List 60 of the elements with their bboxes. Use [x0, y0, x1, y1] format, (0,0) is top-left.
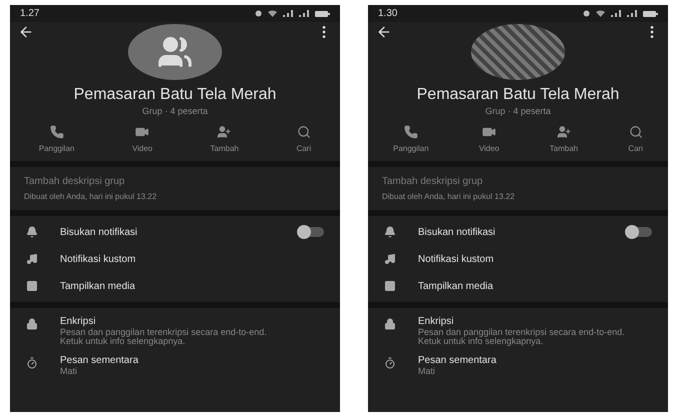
setting-label[interactable]: Notifikasi kustom — [60, 254, 324, 264]
setting-label[interactable]: Bisukan notifikasi — [418, 226, 604, 238]
lock-icon — [384, 318, 396, 330]
signal-icon — [611, 10, 621, 17]
setting-detail: Mati — [60, 366, 78, 376]
search-icon — [296, 125, 311, 139]
battery-icon — [315, 10, 330, 16]
wifi-icon — [268, 10, 277, 17]
action-button[interactable]: Panggilan — [38, 125, 74, 153]
wifi-icon — [596, 10, 605, 17]
setting-title[interactable]: Pesan sementara — [60, 354, 280, 366]
action-button[interactable]: Cari — [296, 125, 312, 153]
toggle-switch[interactable] — [298, 227, 324, 237]
setting-detail: Pesan dan panggilan terenkripsi secara end-to-end. Ketuk untuk info selengkapnya. — [60, 328, 268, 347]
search-icon — [628, 125, 643, 139]
timer-icon — [384, 356, 396, 369]
created-info: Dibuat oleh Anda, hari ini pukul 13.22 — [24, 192, 158, 201]
action-button[interactable]: Tambah — [550, 125, 578, 153]
phone-icon — [50, 125, 64, 139]
add-person-icon — [556, 125, 571, 139]
group-title: Pemasaran Batu Tela Merah — [74, 86, 276, 104]
signal-icon — [299, 10, 309, 17]
description-link[interactable]: Tambah deskripsi grup — [24, 176, 326, 187]
lock-icon — [26, 318, 38, 330]
signal-icon — [283, 10, 293, 17]
setting-label[interactable]: Notifikasi kustom — [418, 254, 652, 264]
status-time: 1.27 — [20, 8, 40, 19]
add-person-icon — [217, 125, 232, 139]
music-note-icon — [384, 253, 396, 265]
video-camera-icon — [482, 125, 496, 139]
toggle-switch[interactable] — [626, 227, 652, 237]
setting-detail: Pesan dan panggilan terenkripsi secara end-to-end. Ketuk untuk info selengkapnya. — [418, 328, 626, 347]
setting-title[interactable]: Pesan sementara — [418, 354, 638, 366]
group-title: Pemasaran Batu Tela Merah — [416, 86, 620, 104]
timer-icon — [26, 356, 38, 369]
group-subtitle: Grup · 4 peserta — [142, 106, 208, 116]
status-time: 1.30 — [378, 8, 398, 19]
action-button[interactable]: Cari — [628, 125, 643, 153]
setting-detail: Mati — [418, 366, 436, 376]
phone-icon — [404, 125, 418, 139]
setting-label[interactable]: Tampilkan media — [60, 280, 324, 292]
bell-icon — [384, 226, 396, 238]
description-link[interactable]: Tambah deskripsi grup — [382, 176, 654, 187]
signal-icon — [627, 10, 637, 17]
action-button[interactable]: Video — [132, 125, 153, 153]
setting-label[interactable]: Bisukan notifikasi — [60, 226, 276, 238]
setting-title[interactable]: Enkripsi — [60, 316, 280, 327]
action-button[interactable]: Tambah — [210, 125, 239, 153]
back-icon[interactable] — [18, 24, 34, 40]
created-info: Dibuat oleh Anda, hari ini pukul 13.22 — [382, 192, 516, 201]
battery-icon — [643, 10, 658, 16]
action-button[interactable]: Video — [478, 125, 500, 153]
setting-label[interactable]: Tampilkan media — [418, 280, 652, 292]
back-icon[interactable] — [376, 24, 392, 40]
video-camera-icon — [135, 125, 150, 139]
bell-icon — [26, 226, 38, 238]
setting-title[interactable]: Enkripsi — [418, 316, 638, 327]
music-note-icon — [26, 253, 38, 265]
action-button[interactable]: Panggilan — [393, 125, 429, 153]
group-subtitle: Grup · 4 peserta — [485, 106, 551, 116]
